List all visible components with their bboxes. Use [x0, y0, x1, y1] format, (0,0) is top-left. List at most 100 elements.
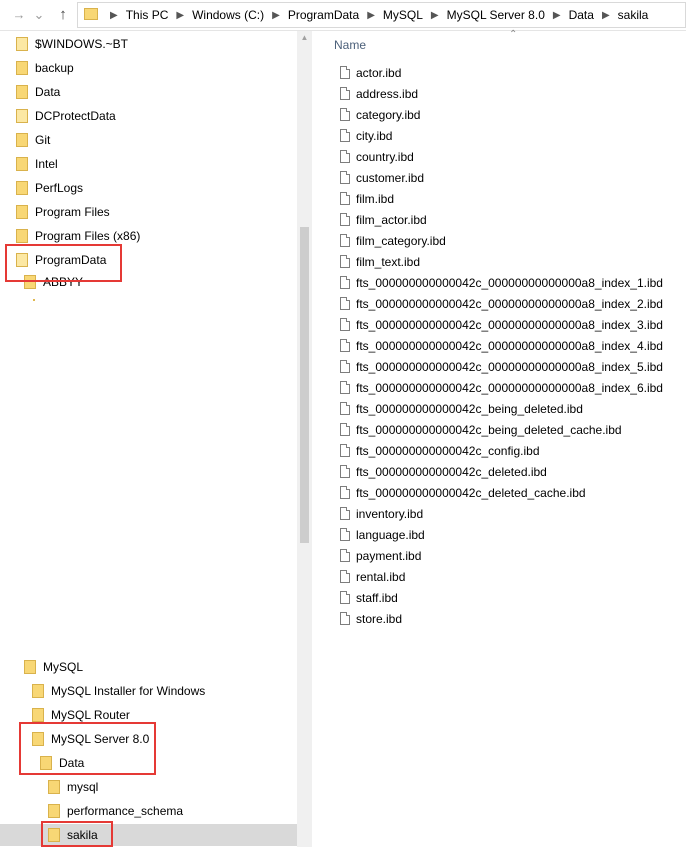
breadcrumb-chevron-icon[interactable]: ▶ [553, 10, 561, 21]
breadcrumb-item[interactable]: This PC [126, 8, 169, 22]
file-row[interactable]: film.ibd [340, 188, 394, 209]
file-row[interactable]: store.ibd [340, 608, 402, 629]
file-row[interactable]: language.ibd [340, 524, 425, 545]
file-name: customer.ibd [356, 170, 425, 185]
file-row[interactable]: inventory.ibd [340, 503, 423, 524]
file-row[interactable]: fts_000000000000042c_00000000000000a8_in… [340, 335, 663, 356]
breadcrumb-chevron-icon[interactable]: ▶ [110, 10, 118, 21]
column-header-name[interactable]: Name [334, 38, 366, 52]
file-row[interactable]: address.ibd [340, 83, 418, 104]
file-icon [340, 66, 350, 79]
breadcrumb-chevron-icon[interactable]: ▶ [367, 10, 375, 21]
breadcrumb-chevron-icon[interactable]: ▶ [176, 10, 184, 21]
file-icon [340, 318, 350, 331]
file-row[interactable]: actor.ibd [340, 62, 401, 83]
tree-item[interactable]: Data [16, 81, 60, 103]
file-row[interactable]: fts_000000000000042c_00000000000000a8_in… [340, 356, 663, 377]
breadcrumb-item[interactable]: MySQL Server 8.0 [447, 8, 545, 22]
file-row[interactable]: country.ibd [340, 146, 414, 167]
file-row[interactable]: fts_000000000000042c_being_deleted.ibd [340, 398, 583, 419]
folder-icon [16, 133, 28, 147]
scroll-up-arrow-icon[interactable]: ▲ [299, 33, 310, 43]
file-name: category.ibd [356, 107, 421, 122]
breadcrumb-item[interactable]: sakila [618, 8, 649, 22]
file-row[interactable]: rental.ibd [340, 566, 405, 587]
file-name: fts_000000000000042c_being_deleted.ibd [356, 401, 583, 416]
tree-item-label: Program Files (x86) [35, 229, 141, 243]
file-name: film_text.ibd [356, 254, 421, 269]
tree-item[interactable]: MySQL Installer for Windows [32, 680, 205, 702]
folder-icon [16, 37, 28, 51]
file-icon [340, 507, 350, 520]
file-row[interactable]: fts_000000000000042c_deleted.ibd [340, 461, 547, 482]
folder-fragment [33, 299, 35, 301]
breadcrumb-chevron-icon[interactable]: ▶ [272, 10, 280, 21]
file-name: film_actor.ibd [356, 212, 427, 227]
file-row[interactable]: fts_000000000000042c_deleted_cache.ibd [340, 482, 586, 503]
tree-item[interactable]: mysql [48, 776, 98, 798]
file-name: fts_000000000000042c_deleted_cache.ibd [356, 485, 586, 500]
file-name: fts_000000000000042c_deleted.ibd [356, 464, 547, 479]
tree-item[interactable]: $WINDOWS.~BT [16, 33, 128, 55]
file-row[interactable]: fts_000000000000042c_being_deleted_cache… [340, 419, 622, 440]
file-row[interactable]: film_actor.ibd [340, 209, 427, 230]
file-row[interactable]: fts_000000000000042c_00000000000000a8_in… [340, 293, 663, 314]
history-chevron-icon[interactable]: ⌄ [32, 7, 46, 23]
file-icon [340, 108, 350, 121]
folder-icon [16, 205, 28, 219]
tree-item-label: mysql [67, 780, 99, 794]
file-icon [340, 402, 350, 415]
breadcrumb-item[interactable]: MySQL [383, 8, 423, 22]
file-name: fts_000000000000042c_00000000000000a8_in… [356, 275, 663, 290]
tree-item[interactable]: Intel [16, 153, 58, 175]
breadcrumb-chevron-icon[interactable]: ▶ [602, 10, 610, 21]
file-name: rental.ibd [356, 569, 406, 584]
file-row[interactable]: customer.ibd [340, 167, 424, 188]
file-row[interactable]: payment.ibd [340, 545, 421, 566]
file-row[interactable]: fts_000000000000042c_00000000000000a8_in… [340, 314, 663, 335]
file-row[interactable]: fts_000000000000042c_config.ibd [340, 440, 540, 461]
tree-item[interactable]: PerfLogs [16, 177, 83, 199]
breadcrumb-item[interactable]: Windows (C:) [192, 8, 264, 22]
tree-item-label: $WINDOWS.~BT [35, 37, 129, 51]
sort-ascending-icon: ⌃ [509, 29, 518, 40]
file-icon [340, 150, 350, 163]
breadcrumb-item[interactable]: ProgramData [288, 8, 359, 22]
file-icon [340, 297, 350, 310]
file-row[interactable]: staff.ibd [340, 587, 398, 608]
file-icon [340, 570, 350, 583]
folder-icon [84, 8, 98, 20]
tree-item[interactable]: backup [16, 57, 74, 79]
tree-scrollbar-thumb[interactable] [300, 227, 309, 543]
tree-item[interactable]: DCProtectData [16, 105, 116, 127]
file-row[interactable]: city.ibd [340, 125, 392, 146]
back-arrow-icon[interactable]: → [12, 7, 26, 23]
up-arrow-icon[interactable]: ↑ [56, 7, 70, 23]
folder-icon [16, 109, 28, 123]
tree-item[interactable]: performance_schema [48, 800, 183, 822]
tree-item-label: backup [35, 61, 74, 75]
file-name: store.ibd [356, 611, 403, 626]
address-bar[interactable]: ▶ This PC ▶ Windows (C:) ▶ ProgramData ▶… [77, 2, 686, 28]
file-icon [340, 171, 350, 184]
file-row[interactable]: fts_000000000000042c_00000000000000a8_in… [340, 272, 663, 293]
tree-item[interactable]: Git [16, 129, 50, 151]
breadcrumb-chevron-icon[interactable]: ▶ [431, 10, 439, 21]
file-icon [340, 528, 350, 541]
file-row[interactable]: film_category.ibd [340, 230, 446, 251]
file-icon [340, 129, 350, 142]
tree-item-label: Intel [35, 157, 58, 171]
tree-item-label: Git [35, 133, 51, 147]
file-row[interactable]: film_text.ibd [340, 251, 420, 272]
file-icon [340, 486, 350, 499]
tree-item-label: DCProtectData [35, 109, 116, 123]
breadcrumb-item[interactable]: Data [569, 8, 594, 22]
file-icon [340, 87, 350, 100]
tree-item-mysql[interactable]: MySQL [24, 656, 83, 678]
file-icon [340, 339, 350, 352]
file-row[interactable]: category.ibd [340, 104, 420, 125]
file-row[interactable]: fts_000000000000042c_00000000000000a8_in… [340, 377, 663, 398]
file-name: payment.ibd [356, 548, 422, 563]
tree-item[interactable]: Program Files [16, 201, 110, 223]
tree-item-label: MySQL Router [51, 708, 130, 722]
